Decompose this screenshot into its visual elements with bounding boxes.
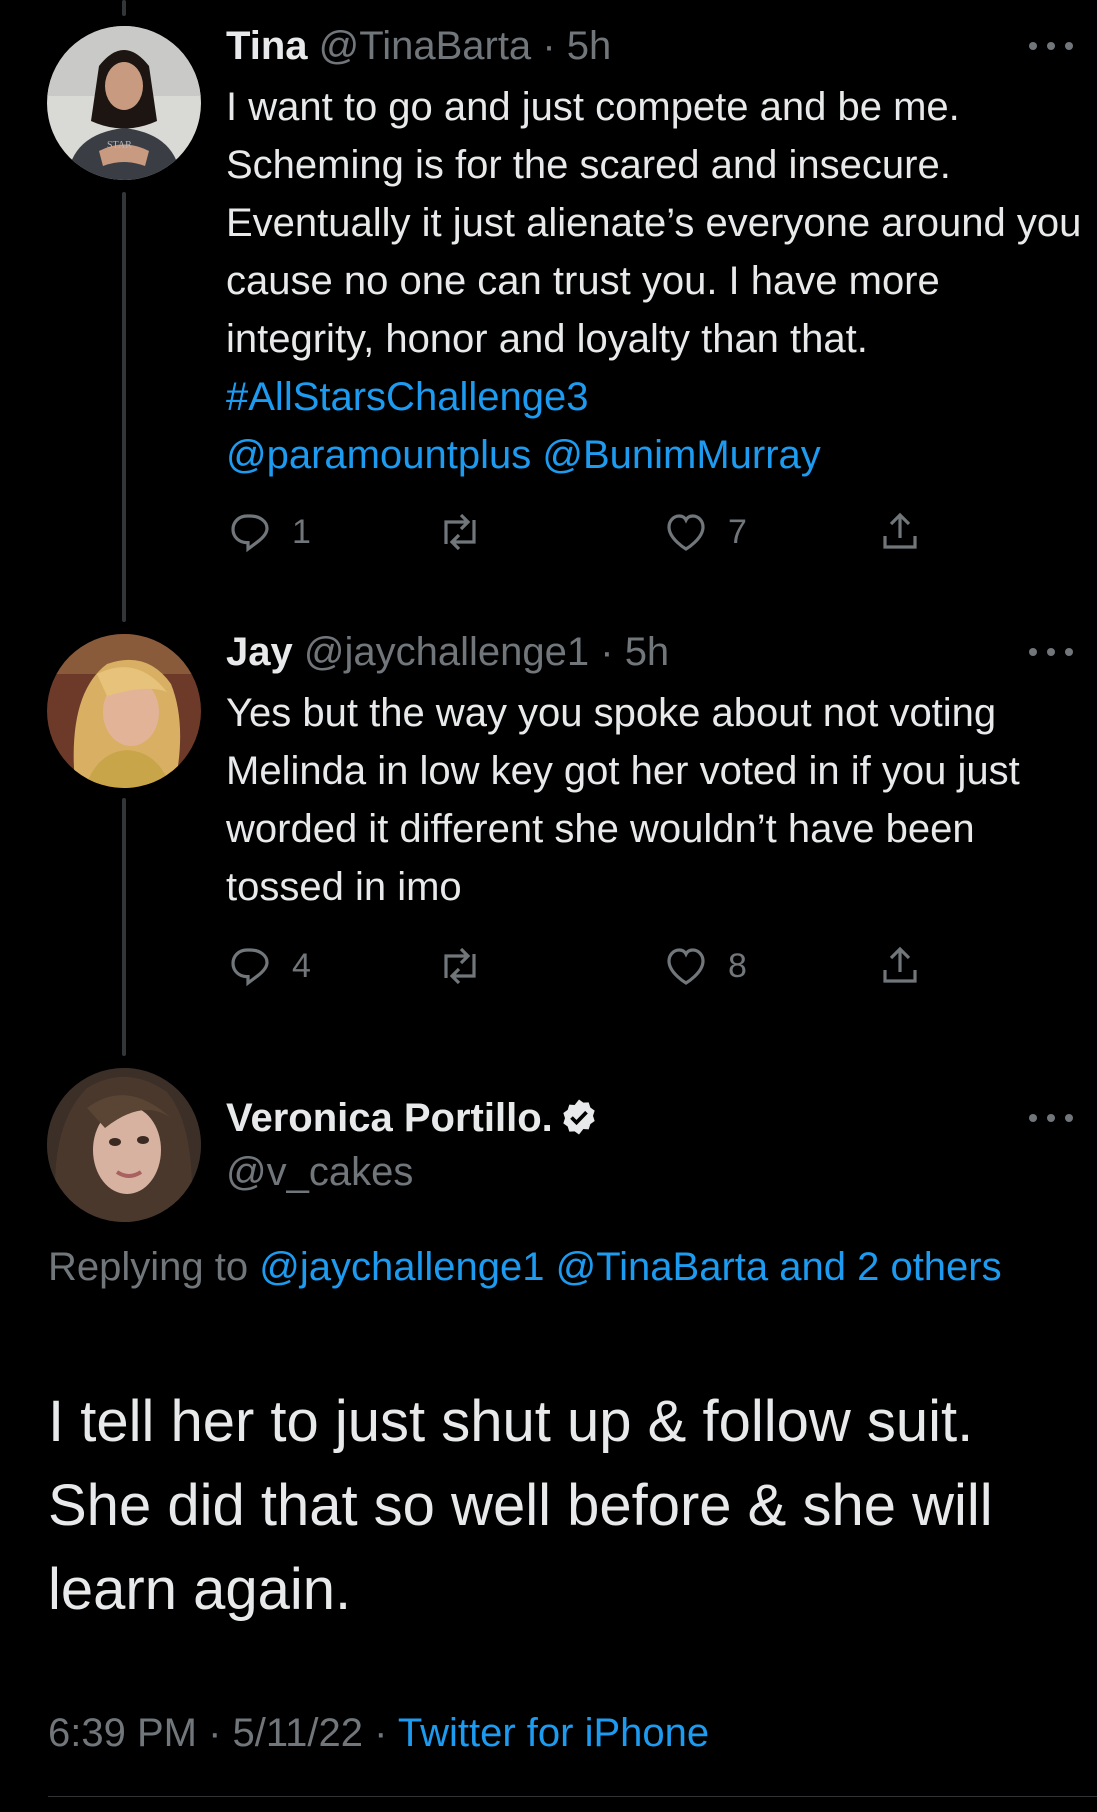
replying-to-prefix: Replying to: [48, 1245, 260, 1289]
avatar[interactable]: STAR: [47, 26, 201, 180]
mention-link[interactable]: @paramountplus: [226, 433, 531, 477]
tweet-tina[interactable]: STAR Tina @TinaBarta · 5h I want to go a…: [0, 0, 1097, 600]
reply-icon: [231, 948, 269, 987]
display-name[interactable]: Jay: [226, 630, 293, 674]
separator-dot: ·: [208, 1711, 222, 1755]
avatar[interactable]: [47, 1068, 201, 1222]
tweet-time[interactable]: 6:39 PM: [48, 1711, 197, 1755]
heart-icon: [667, 514, 705, 551]
separator-dot: ·: [374, 1711, 388, 1755]
tweet-actions: 1 7: [226, 504, 946, 560]
main-tweet-text: I tell her to just shut up & follow suit…: [48, 1389, 993, 1622]
handle[interactable]: @v_cakes: [226, 1150, 413, 1194]
handle[interactable]: @TinaBarta: [319, 24, 532, 68]
retweet-icon: [444, 513, 476, 551]
mention-link[interactable]: @BunimMurray: [542, 433, 820, 477]
retweet-button[interactable]: [436, 938, 502, 994]
main-tweet-name-line: Veronica Portillo.: [226, 1094, 599, 1142]
reply-button[interactable]: 4: [226, 938, 311, 994]
verified-badge-icon: [563, 1099, 595, 1135]
svg-text:STAR: STAR: [107, 140, 132, 151]
more-icon[interactable]: [1029, 36, 1073, 56]
tweet-date[interactable]: 5/11/22: [233, 1711, 364, 1755]
replying-to-mentions[interactable]: @jaychallenge1 @TinaBarta and 2 others: [259, 1245, 1001, 1289]
timestamp[interactable]: 5h: [625, 630, 670, 674]
timestamp[interactable]: 5h: [567, 24, 612, 68]
tweet-header: Tina @TinaBarta · 5h: [226, 22, 611, 70]
reply-button[interactable]: 1: [226, 504, 311, 560]
like-button[interactable]: 7: [662, 504, 747, 560]
retweet-button[interactable]: [436, 504, 502, 560]
avatar[interactable]: [47, 634, 201, 788]
tweet-actions: 4 8: [226, 938, 946, 994]
display-name[interactable]: Veronica Portillo.: [226, 1096, 553, 1140]
tweet-header: Jay @jaychallenge1 · 5h: [226, 628, 669, 676]
more-icon[interactable]: [1029, 1108, 1073, 1128]
reply-count: 1: [292, 512, 311, 551]
replying-to: Replying to @jaychallenge1 @TinaBarta an…: [48, 1236, 1058, 1298]
share-icon: [883, 512, 917, 549]
main-tweet: Veronica Portillo. @v_cakes Replying to …: [0, 1060, 1097, 1812]
divider: [48, 1796, 1097, 1797]
tweet-text: I want to go and just compete and be me.…: [226, 78, 1086, 484]
tweet-meta: 6:39 PM · 5/11/22 · Twitter for iPhone: [48, 1708, 709, 1758]
tweet-body: I want to go and just compete and be me.…: [226, 85, 1082, 361]
handle[interactable]: @jaychallenge1: [304, 630, 589, 674]
tweet-jay[interactable]: Jay @jaychallenge1 · 5h Yes but the way …: [0, 606, 1097, 1046]
more-icon[interactable]: [1029, 642, 1073, 662]
tweet-text: Yes but the way you spoke about not voti…: [226, 691, 1020, 909]
like-count: 8: [728, 946, 747, 985]
heart-icon: [667, 948, 705, 985]
main-tweet-handle-line: @v_cakes: [226, 1148, 413, 1196]
like-count: 7: [728, 512, 747, 551]
share-button[interactable]: [876, 938, 924, 994]
separator-dot: ·: [600, 630, 614, 674]
tweet-source[interactable]: Twitter for iPhone: [398, 1711, 709, 1755]
display-name[interactable]: Tina: [226, 24, 308, 68]
share-button[interactable]: [876, 504, 924, 560]
reply-count: 4: [292, 946, 311, 985]
separator-dot: ·: [542, 24, 556, 68]
like-button[interactable]: 8: [662, 938, 747, 994]
retweet-icon: [444, 947, 476, 985]
share-icon: [883, 946, 917, 983]
reply-icon: [231, 514, 269, 553]
hashtag-link[interactable]: #AllStarsChallenge3: [226, 375, 588, 419]
